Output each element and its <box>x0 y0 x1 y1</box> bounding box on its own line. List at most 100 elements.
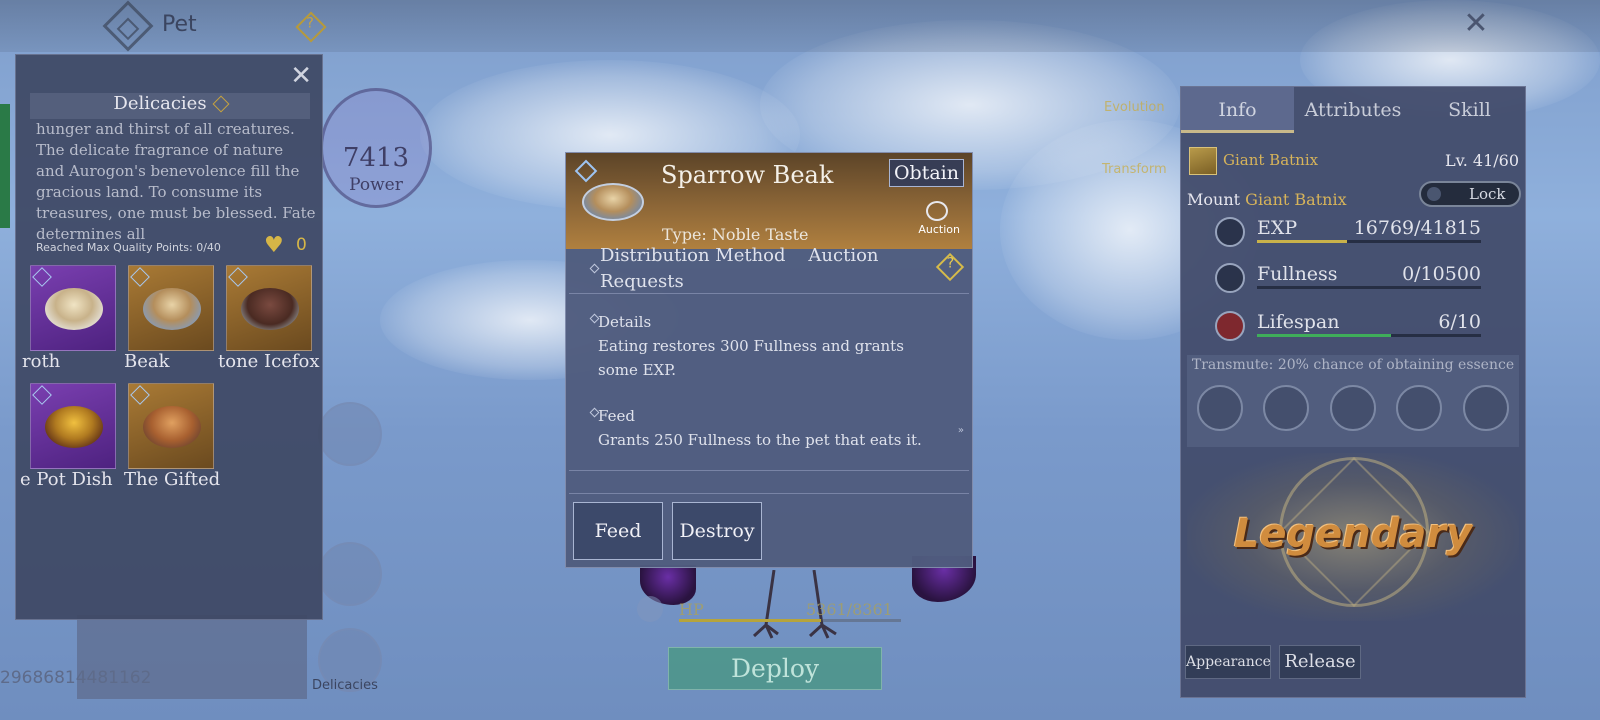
fullness-bar <box>1257 286 1481 289</box>
food-item-icefox[interactable] <box>226 265 312 351</box>
help-icon: ? <box>306 15 314 32</box>
hp-value: 5361/8361 <box>806 600 893 619</box>
pet-info-panel: Info Attributes Skill Giant Batnix Lv. 4… <box>1180 86 1526 698</box>
pet-menu-icon <box>102 0 154 52</box>
exp-icon <box>1215 217 1245 247</box>
exp-bar-fill <box>1257 240 1347 243</box>
quality-badge-icon <box>32 267 52 287</box>
icefox-meat-icon <box>241 288 299 330</box>
feed-text: Grants 250 Fullness to the pet that eats… <box>598 431 922 449</box>
mount-name: Giant Batnix <box>1245 190 1347 209</box>
power-emblem: 7413 Power <box>320 88 432 208</box>
food-item-gifted[interactable] <box>128 383 214 469</box>
hp-bar <box>679 619 901 622</box>
bullet-icon <box>589 263 600 274</box>
power-value: 7413 <box>342 143 410 173</box>
delicacies-side-label: Delicacies <box>312 678 378 693</box>
help-button[interactable]: ? <box>295 11 327 43</box>
lifespan-bar <box>1257 334 1481 337</box>
distribution-requests: Requests <box>600 271 684 292</box>
pet-name: Giant Batnix <box>1223 151 1319 169</box>
delicacies-panel: ✕ hunger and thirst of all creatures. Th… <box>15 54 323 620</box>
item-label: e Pot Dish <box>20 469 113 490</box>
lifespan-value: 6/10 <box>1438 311 1481 333</box>
food-item-broth[interactable] <box>30 265 116 351</box>
quality-badge-icon <box>130 385 150 405</box>
heart-icon: ♥ <box>264 233 284 258</box>
exp-value: 16769/41815 <box>1353 217 1481 239</box>
pot-dish-icon <box>45 406 103 448</box>
mount-side-button[interactable] <box>318 402 382 466</box>
scroll-down-icon[interactable]: » <box>958 425 964 436</box>
broth-bowl-icon <box>45 288 103 330</box>
mount-prefix: Mount <box>1187 190 1241 209</box>
item-label: tone Icefox <box>218 351 320 372</box>
toggle-knob <box>1427 187 1441 201</box>
hp-bar-fill <box>679 619 822 622</box>
sparrow-beak-icon <box>582 183 644 221</box>
tab-skill[interactable]: Skill <box>1412 87 1527 133</box>
transform-label[interactable]: Transform <box>1102 162 1167 177</box>
item-label: roth <box>22 351 61 372</box>
hp-drop-icon <box>637 596 663 622</box>
dragon-side-button[interactable] <box>318 542 382 606</box>
delicacies-title: Delicacies <box>113 93 207 114</box>
help-icon[interactable] <box>212 95 230 113</box>
feed-label: Feed <box>598 407 635 425</box>
details-line-2: some EXP. <box>598 361 677 379</box>
transmute-text: Transmute: 20% chance of obtaining essen… <box>1191 357 1515 373</box>
modal-header: Sparrow Beak Obtain Auction Type: Noble … <box>566 153 972 249</box>
item-title: Sparrow Beak <box>661 161 834 189</box>
lifespan-label: Lifespan <box>1257 311 1340 333</box>
feed-button[interactable]: Feed <box>573 502 663 560</box>
moon-essence-icon[interactable] <box>1197 385 1243 431</box>
item-label: Beak <box>124 351 170 372</box>
pet-level: Lv. 41/60 <box>1444 151 1519 170</box>
evolution-label[interactable]: Evolution <box>1104 100 1165 115</box>
max-quality-points: Reached Max Quality Points: 0/40 <box>36 241 221 254</box>
exp-bar <box>1257 240 1481 243</box>
appearance-button[interactable]: Appearance <box>1185 645 1271 679</box>
fullness-value: 0/10500 <box>1402 263 1481 285</box>
lock-toggle[interactable]: Lock <box>1419 181 1521 207</box>
wave-essence-icon[interactable] <box>1330 385 1376 431</box>
top-bar: Pet ? ✕ <box>0 0 1600 52</box>
gifted-dish-icon <box>143 406 201 448</box>
release-button[interactable]: Release <box>1279 645 1361 679</box>
fullness-icon <box>1215 263 1245 293</box>
item-type: Type: Noble Taste <box>662 225 809 244</box>
item-label: The Gifted <box>124 469 221 490</box>
lifespan-bar-fill <box>1257 334 1392 337</box>
quality-badge-icon <box>130 267 150 287</box>
side-tab-strip[interactable] <box>0 104 10 228</box>
tab-info[interactable]: Info <box>1181 87 1294 133</box>
help-icon: ? <box>946 255 955 272</box>
close-panel-button[interactable]: ✕ <box>290 61 312 91</box>
fullness-label: Fullness <box>1257 263 1338 285</box>
food-item-pot-dish[interactable] <box>30 383 116 469</box>
help-button[interactable]: ? <box>935 252 965 282</box>
triad-essence-icon[interactable] <box>1463 385 1509 431</box>
tab-attributes[interactable]: Attributes <box>1294 87 1412 133</box>
leaf-essence-icon[interactable] <box>1396 385 1442 431</box>
obtain-button[interactable]: Obtain <box>888 159 964 187</box>
lock-label: Lock <box>1469 185 1506 203</box>
sparrow-beak-icon <box>143 288 201 330</box>
close-button[interactable]: ✕ <box>1458 6 1494 42</box>
food-item-beak[interactable] <box>128 265 214 351</box>
power-label: Power <box>349 175 403 195</box>
deploy-button[interactable]: Deploy <box>668 647 882 690</box>
item-detail-modal: Sparrow Beak Obtain Auction Type: Noble … <box>565 152 973 568</box>
auction-label[interactable]: Auction <box>918 223 960 236</box>
quality-badge-icon <box>574 159 598 183</box>
distribution-method: Distribution Method Auction <box>600 245 879 266</box>
details-label: Details <box>598 313 652 331</box>
quality-badge-icon <box>228 267 248 287</box>
divider <box>569 493 969 494</box>
destroy-button[interactable]: Destroy <box>672 502 762 560</box>
auction-icon[interactable] <box>926 201 948 221</box>
description-text: hunger and thirst of all creatures. The … <box>36 120 316 243</box>
divider <box>569 470 969 471</box>
page-title: Pet <box>162 12 197 37</box>
square-essence-icon[interactable] <box>1263 385 1309 431</box>
